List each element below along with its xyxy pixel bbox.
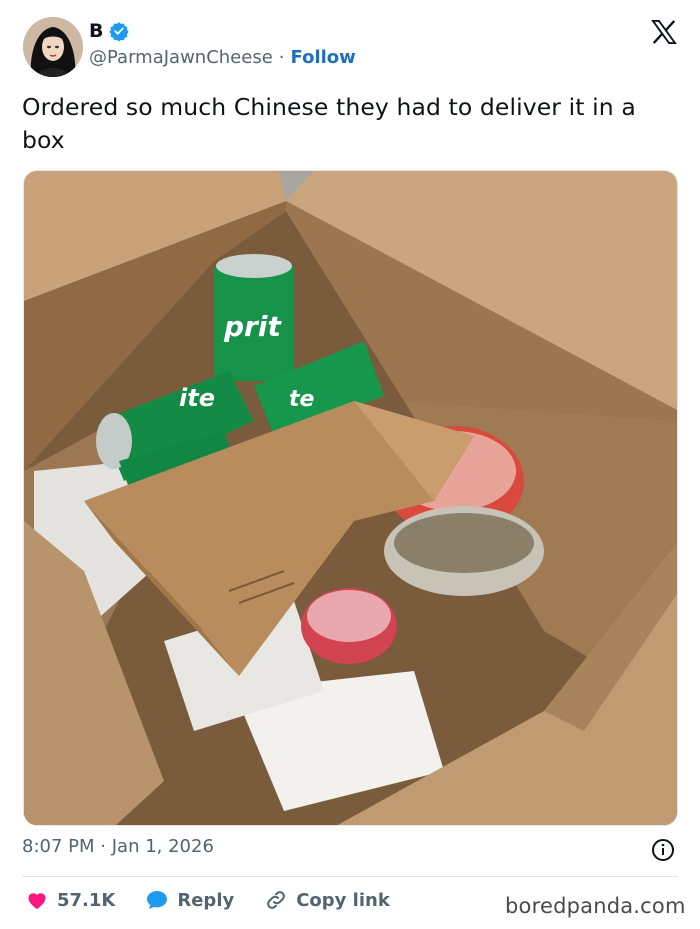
avatar[interactable]: [23, 17, 83, 77]
tweet-timestamp[interactable]: 8:07 PM · Jan 1, 2026: [22, 836, 214, 857]
heart-icon: [28, 893, 46, 909]
verified-icon: [109, 22, 130, 41]
reply-bubble-icon: [147, 891, 168, 909]
divider: [22, 876, 678, 877]
author-name[interactable]: B: [89, 20, 103, 42]
author-handle[interactable]: @ParmaJawnCheese: [89, 47, 273, 68]
link-icon: [267, 891, 286, 909]
handle-separator: ·: [278, 47, 285, 68]
tweet-actions: 57.1K Reply Copy link: [25, 888, 420, 912]
copy-link-button[interactable]: Copy link: [264, 888, 390, 912]
reply-label: Reply: [177, 889, 235, 911]
reply-button[interactable]: Reply: [145, 888, 234, 912]
info-icon[interactable]: [651, 838, 675, 862]
like-button[interactable]: 57.1K: [25, 888, 115, 912]
like-count: 57.1K: [57, 889, 116, 911]
can-label-3: te: [289, 387, 315, 412]
can-label-1: prit: [223, 310, 282, 343]
author-handle-row: @ParmaJawnCheese · Follow: [89, 47, 356, 68]
tweet-card: B @ParmaJawnCheese · Follow Ordered so m…: [0, 0, 700, 929]
x-logo-icon[interactable]: [650, 18, 678, 46]
tweet-photo[interactable]: prit ite te e: [23, 170, 678, 826]
timestamp-separator: ·: [100, 836, 106, 857]
tweet-date: Jan 1, 2026: [111, 836, 214, 857]
tweet-time: 8:07 PM: [22, 836, 95, 857]
author-name-row: B: [89, 20, 130, 42]
follow-button[interactable]: Follow: [291, 47, 356, 68]
copy-link-label: Copy link: [296, 889, 390, 911]
watermark: boredpanda.com: [505, 894, 686, 918]
can-label-2: ite: [179, 384, 215, 412]
tweet-text: Ordered so much Chinese they had to deli…: [22, 93, 636, 154]
